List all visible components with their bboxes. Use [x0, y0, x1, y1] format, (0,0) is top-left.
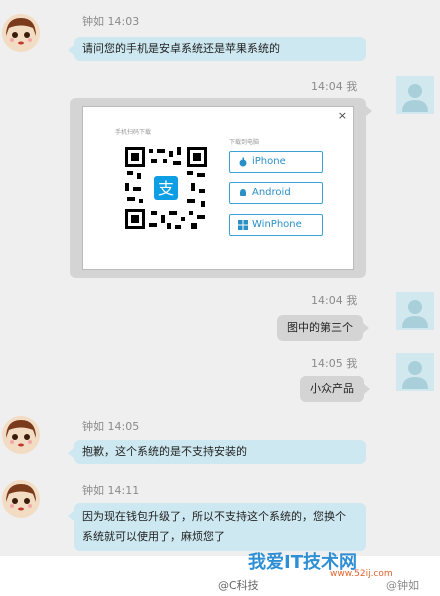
message-bubble[interactable]: 抱歉，这个系统的是不支持安装的 [68, 440, 366, 464]
watermark-url: www.52ij.com [330, 569, 393, 579]
sender-name: 钟如 [82, 484, 104, 497]
message-meta: 钟如 14:03 [82, 13, 139, 29]
sender-name: 钟如 [82, 420, 104, 433]
message-bubble[interactable]: 小众产品 [300, 376, 370, 402]
sender-name: 我 [346, 357, 358, 370]
button-label: iPhone [252, 156, 286, 167]
message-text: 系统就可以使用了，麻烦您了 [82, 530, 225, 543]
download-winphone-button[interactable]: WinPhone [229, 214, 323, 236]
message-time: 14:04 [311, 80, 343, 93]
message-time: 14:05 [107, 420, 140, 433]
message-bubble[interactable]: 因为现在钱包升级了，所以不支持这个系统的，您换个 系统就可以使用了，麻烦您了 [68, 503, 366, 551]
message-bubble[interactable]: 请问您的手机是安卓系统还是苹果系统的 [68, 37, 366, 61]
message-time: 14:04 [311, 294, 343, 307]
message-meta: 14:04 我 [311, 292, 357, 308]
message-bubble[interactable]: 图中的第三个 [277, 315, 369, 341]
download-dialog: × 手机扫码下载 下载到电脑 支 iPhone Android WinPhone [82, 106, 354, 270]
button-label: WinPhone [252, 219, 302, 230]
message-time: 14:03 [107, 15, 140, 28]
message-meta: 钟如 14:05 [82, 418, 139, 434]
windows-icon [238, 220, 248, 230]
sender-name: 我 [346, 80, 358, 93]
qr-code-image: 支 [123, 145, 209, 231]
watermark-weibo-1: @C科技 [218, 579, 259, 592]
download-label: 下载到电脑 [229, 139, 260, 146]
message-meta: 14:05 我 [311, 355, 357, 371]
avatar-agent-2[interactable] [2, 416, 40, 454]
message-text: 小众产品 [310, 382, 354, 395]
button-label: Android [252, 187, 291, 198]
avatar-self-3[interactable] [396, 353, 434, 391]
avatar-self-1[interactable] [396, 76, 434, 114]
image-message[interactable]: × 手机扫码下载 下载到电脑 支 iPhone Android WinPhone [70, 98, 372, 278]
sender-name: 我 [346, 294, 358, 307]
sender-name: 钟如 [82, 15, 104, 28]
android-icon [240, 189, 246, 196]
message-time: 14:05 [311, 357, 343, 370]
message-text: 请问您的手机是安卓系统还是苹果系统的 [82, 42, 280, 55]
message-text: 因为现在钱包升级了，所以不支持这个系统的，您换个 [82, 510, 346, 523]
svg-text:支: 支 [158, 179, 174, 198]
apple-icon [239, 157, 247, 167]
avatar-agent-1[interactable] [2, 14, 40, 52]
message-meta: 14:04 我 [311, 78, 357, 94]
message-text: 图中的第三个 [287, 321, 353, 334]
message-text: 抱歉，这个系统的是不支持安装的 [82, 445, 247, 458]
close-icon[interactable]: × [338, 109, 347, 122]
download-android-button[interactable]: Android [229, 182, 323, 204]
download-iphone-button[interactable]: iPhone [229, 151, 323, 173]
watermark-weibo-2: @钟如 [386, 579, 419, 592]
avatar-agent-3[interactable] [2, 480, 40, 518]
message-meta: 钟如 14:11 [82, 482, 139, 498]
qr-label: 手机扫码下载 [115, 129, 152, 136]
message-time: 14:11 [107, 484, 140, 497]
avatar-self-2[interactable] [396, 292, 434, 330]
